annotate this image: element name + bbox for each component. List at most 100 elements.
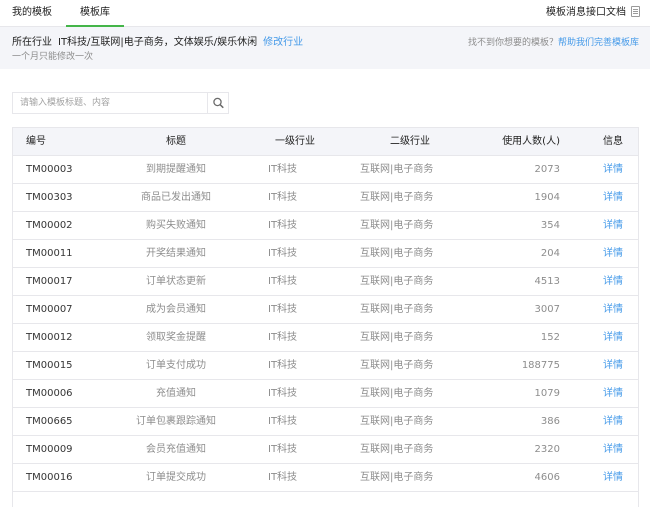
table-row: TM00006 充值通知 IT科技 互联网|电子商务 1079 详情 <box>13 380 638 408</box>
table-row: TM00011 开奖结果通知 IT科技 互联网|电子商务 204 详情 <box>13 240 638 268</box>
cell-secondary-industry: 互联网|电子商务 <box>360 388 434 399</box>
industry-bar: 所在行业 IT科技/互联网|电子商务，文体娱乐/娱乐休闲 修改行业 一个月只能修改一… <box>0 27 650 69</box>
industry-line: 所在行业 IT科技/互联网|电子商务，文体娱乐/娱乐休闲 修改行业 <box>12 36 303 50</box>
cell-users: 2320 <box>534 444 560 455</box>
cell-id: TM00011 <box>26 248 73 259</box>
cell-id: TM00665 <box>26 416 73 427</box>
cell-id: TM00012 <box>26 332 73 343</box>
table-row: TM00015 订单支付成功 IT科技 互联网|电子商务 188775 详情 <box>13 352 638 380</box>
tab-bar: 我的模板 模板库 模板消息接口文档 <box>0 0 650 27</box>
cell-id: TM00009 <box>26 444 73 455</box>
cell-users: 4606 <box>534 472 560 483</box>
details-link[interactable]: 详情 <box>598 408 628 435</box>
search-button[interactable] <box>207 93 228 113</box>
cell-title: 商品已发出通知 <box>141 192 211 203</box>
cell-id: TM00303 <box>26 192 73 203</box>
cell-id: TM00003 <box>26 164 73 175</box>
cell-id: TM00017 <box>26 276 73 287</box>
table-row: TM00303 商品已发出通知 IT科技 互联网|电子商务 1904 详情 <box>13 184 638 212</box>
cell-primary-industry: IT科技 <box>268 248 298 259</box>
details-link[interactable]: 详情 <box>598 324 628 351</box>
cell-users: 1079 <box>534 388 560 399</box>
cell-secondary-industry: 互联网|电子商务 <box>360 332 434 343</box>
cell-secondary-industry: 互联网|电子商务 <box>360 192 434 203</box>
cell-primary-industry: IT科技 <box>268 360 298 371</box>
cell-users: 2073 <box>534 164 560 175</box>
details-link[interactable]: 详情 <box>598 212 628 239</box>
cell-title: 开奖结果通知 <box>146 248 206 259</box>
search-input[interactable] <box>13 93 208 113</box>
tab-my-templates[interactable]: 我的模板 <box>12 0 52 27</box>
details-link[interactable]: 详情 <box>598 436 628 463</box>
cell-primary-industry: IT科技 <box>268 304 298 315</box>
table-row: TM00009 会员充值通知 IT科技 互联网|电子商务 2320 详情 <box>13 436 638 464</box>
tab-template-library[interactable]: 模板库 <box>66 0 124 27</box>
header-secondary-industry: 二级行业 <box>390 136 430 147</box>
table-row: TM00016 订单提交成功 IT科技 互联网|电子商务 4606 详情 <box>13 464 638 492</box>
header-primary-industry: 一级行业 <box>275 136 315 147</box>
cell-secondary-industry: 互联网|电子商务 <box>360 360 434 371</box>
template-table: 编号 标题 一级行业 二级行业 使用人数(人) 信息 TM00003 到期提醒通… <box>12 127 639 507</box>
industry-label: 所在行业 <box>12 37 52 48</box>
cell-users: 386 <box>540 416 560 427</box>
help-text: 找不到你想要的模板？ <box>467 38 558 48</box>
help-line: 找不到你想要的模板？帮助我们完善模板库 <box>468 36 639 50</box>
cell-title: 订单状态更新 <box>146 276 206 287</box>
header-title: 标题 <box>166 136 186 147</box>
cell-secondary-industry: 互联网|电子商务 <box>360 444 434 455</box>
header-users: 使用人数(人) <box>502 136 560 147</box>
details-link[interactable]: 详情 <box>598 464 628 491</box>
cell-primary-industry: IT科技 <box>268 388 298 399</box>
search-icon <box>213 97 224 109</box>
table-header: 编号 标题 一级行业 二级行业 使用人数(人) 信息 <box>13 128 638 156</box>
cell-title: 会员充值通知 <box>146 444 206 455</box>
document-icon <box>631 6 640 17</box>
cell-secondary-industry: 互联网|电子商务 <box>360 304 434 315</box>
cell-id: TM00006 <box>26 388 73 399</box>
details-link[interactable]: 详情 <box>598 156 628 183</box>
table-row: TM00017 订单状态更新 IT科技 互联网|电子商务 4513 详情 <box>13 268 638 296</box>
help-improve-link[interactable]: 帮助我们完善模板库 <box>558 38 639 48</box>
cell-secondary-industry: 互联网|电子商务 <box>360 276 434 287</box>
cell-id: TM00002 <box>26 220 73 231</box>
cell-users: 3007 <box>534 304 560 315</box>
industry-value: IT科技/互联网|电子商务，文体娱乐/娱乐休闲 <box>58 37 258 48</box>
cell-secondary-industry: 互联网|电子商务 <box>360 164 434 175</box>
details-link[interactable]: 详情 <box>598 380 628 407</box>
cell-title: 购买失败通知 <box>146 220 206 231</box>
header-id: 编号 <box>26 136 46 147</box>
cell-primary-industry: IT科技 <box>268 416 298 427</box>
cell-primary-industry: IT科技 <box>268 472 298 483</box>
table-row: TM00002 购买失败通知 IT科技 互联网|电子商务 354 详情 <box>13 212 638 240</box>
cell-secondary-industry: 互联网|电子商务 <box>360 248 434 259</box>
details-link[interactable]: 详情 <box>598 268 628 295</box>
cell-title: 订单支付成功 <box>146 360 206 371</box>
cell-id: TM00016 <box>26 472 73 483</box>
cell-title: 到期提醒通知 <box>146 164 206 175</box>
cell-primary-industry: IT科技 <box>268 192 298 203</box>
api-doc-link-label: 模板消息接口文档 <box>546 7 626 18</box>
details-link[interactable]: 详情 <box>598 352 628 379</box>
table-row: TM00012 领取奖金提醒 IT科技 互联网|电子商务 152 详情 <box>13 324 638 352</box>
api-doc-link[interactable]: 模板消息接口文档 <box>546 6 640 20</box>
cell-title: 成为会员通知 <box>146 304 206 315</box>
cell-secondary-industry: 互联网|电子商务 <box>360 220 434 231</box>
table-row: TM00007 成为会员通知 IT科技 互联网|电子商务 3007 详情 <box>13 296 638 324</box>
cell-users: 188775 <box>521 360 560 371</box>
header-info: 信息 <box>603 136 623 147</box>
details-link[interactable]: 详情 <box>598 240 628 267</box>
details-link[interactable]: 详情 <box>598 296 628 323</box>
cell-title: 充值通知 <box>156 388 196 399</box>
cell-secondary-industry: 互联网|电子商务 <box>360 472 434 483</box>
cell-title: 订单提交成功 <box>146 472 206 483</box>
cell-users: 204 <box>540 248 560 259</box>
details-link[interactable]: 详情 <box>598 184 628 211</box>
cell-users: 1904 <box>534 192 560 203</box>
cell-users: 354 <box>540 220 560 231</box>
cell-title: 领取奖金提醒 <box>146 332 206 343</box>
cell-id: TM00007 <box>26 304 73 315</box>
cell-primary-industry: IT科技 <box>268 164 298 175</box>
cell-primary-industry: IT科技 <box>268 332 298 343</box>
modify-industry-link[interactable]: 修改行业 <box>263 37 303 48</box>
cell-users: 4513 <box>534 276 560 287</box>
